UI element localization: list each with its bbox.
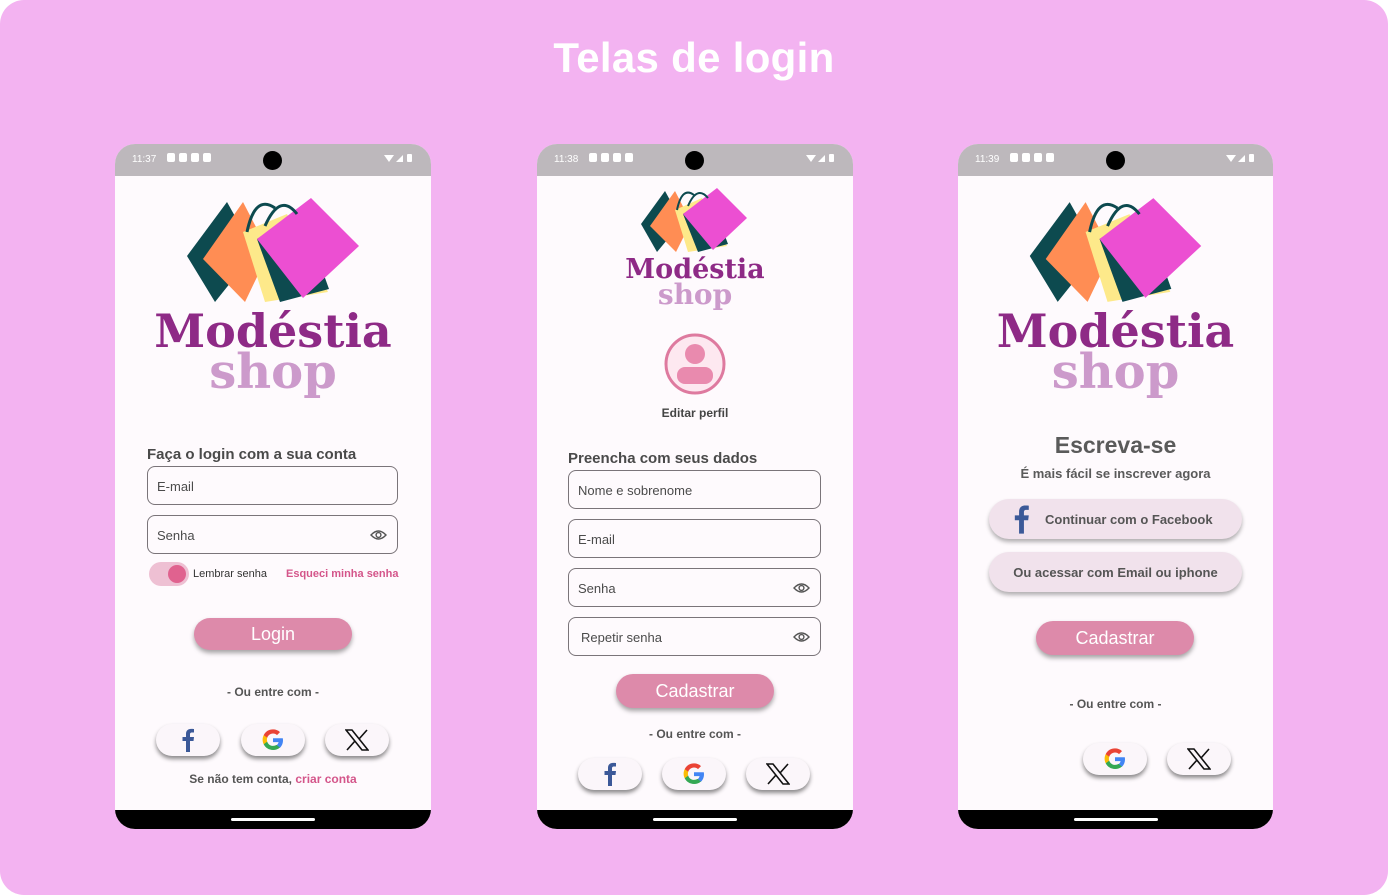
register-heading: Preencha com seus dados bbox=[568, 450, 758, 467]
facebook-icon bbox=[604, 762, 616, 786]
facebook-icon bbox=[1014, 505, 1029, 534]
status-bar: 11:39 bbox=[958, 144, 1273, 176]
google-icon bbox=[1104, 748, 1125, 769]
signup-subtitle: É mais fácil se inscrever agora bbox=[1020, 466, 1211, 481]
facebook-continue-button[interactable]: Continuar com o Facebook bbox=[989, 499, 1242, 539]
password-field[interactable]: Senha bbox=[147, 515, 398, 554]
brand-logo: Modéstia shop bbox=[115, 194, 431, 404]
google-icon bbox=[262, 729, 283, 750]
shopping-bags-logo bbox=[187, 198, 359, 302]
login-button-label: Login bbox=[250, 624, 296, 644]
divider-text: - Ou entre com - bbox=[1069, 697, 1162, 711]
page-title: Telas de login bbox=[553, 34, 835, 81]
canvas: Telas de login 11:37 Modéstia shop Faça … bbox=[0, 0, 1388, 895]
email-placeholder: E-mail bbox=[578, 532, 615, 547]
avatar-icon[interactable] bbox=[663, 332, 727, 396]
shopping-bags-logo bbox=[1029, 198, 1202, 302]
create-account-link[interactable]: criar conta bbox=[295, 772, 356, 786]
signal-battery-icon bbox=[1226, 154, 1254, 162]
system-icons bbox=[1225, 153, 1255, 163]
name-placeholder: Nome e sobrenome bbox=[578, 483, 693, 498]
remember-toggle[interactable] bbox=[149, 562, 189, 586]
navigation-bar bbox=[958, 810, 1273, 829]
edit-profile-label[interactable]: Editar perfil bbox=[537, 406, 853, 420]
brand-sub: shop bbox=[1051, 344, 1180, 400]
password-field[interactable]: Senha bbox=[568, 568, 821, 607]
status-time: 11:37 bbox=[132, 154, 157, 165]
signup-title: Escreva-se bbox=[1054, 432, 1177, 458]
email-field[interactable]: E-mail bbox=[568, 519, 821, 558]
register-button-label: Cadastrar bbox=[655, 681, 735, 701]
no-account-text: Se não tem conta, criar conta bbox=[115, 772, 431, 786]
home-indicator[interactable] bbox=[653, 818, 737, 821]
email-placeholder: E-mail bbox=[157, 479, 194, 494]
home-indicator[interactable] bbox=[231, 818, 315, 821]
x-button[interactable] bbox=[1167, 743, 1231, 775]
camera-cutout bbox=[685, 151, 704, 170]
facebook-button[interactable] bbox=[156, 724, 220, 756]
brand-logo: Modéstia shop bbox=[958, 194, 1273, 404]
email-access-button[interactable]: Ou acessar com Email ou iphone bbox=[989, 552, 1242, 592]
password-placeholder: Senha bbox=[578, 581, 616, 596]
brand-sub: shop bbox=[657, 278, 733, 311]
navigation-bar bbox=[537, 810, 853, 829]
login-button[interactable]: Login bbox=[194, 618, 352, 650]
camera-cutout bbox=[1106, 151, 1125, 170]
status-bar: 11:38 bbox=[537, 144, 853, 176]
repeat-password-field[interactable]: Repetir senha bbox=[568, 617, 821, 656]
phone-signup: 11:39 Modéstia shop Escreva-se É mais fá… bbox=[958, 144, 1273, 829]
eye-icon[interactable] bbox=[370, 528, 387, 546]
x-button[interactable] bbox=[746, 758, 810, 790]
system-icons bbox=[805, 153, 835, 163]
remember-label: Lembrar senha bbox=[193, 568, 267, 580]
home-indicator[interactable] bbox=[1074, 818, 1158, 821]
facebook-button[interactable] bbox=[578, 758, 642, 790]
register-button-label: Cadastrar bbox=[1075, 628, 1155, 648]
eye-icon[interactable] bbox=[793, 630, 810, 648]
shopping-bags-logo bbox=[641, 188, 747, 252]
google-button[interactable] bbox=[1083, 743, 1147, 775]
brand-sub: shop bbox=[209, 344, 337, 400]
phone-login: 11:37 Modéstia shop Faça o login com a s… bbox=[115, 144, 431, 829]
status-time: 11:38 bbox=[554, 154, 579, 165]
notification-icons bbox=[167, 153, 211, 162]
eye-icon[interactable] bbox=[793, 581, 810, 599]
x-icon bbox=[345, 729, 369, 751]
google-button[interactable] bbox=[241, 724, 305, 756]
x-button[interactable] bbox=[325, 724, 389, 756]
navigation-bar bbox=[115, 810, 431, 829]
brand-logo: Modéstia shop bbox=[537, 186, 853, 316]
email-access-label: Ou acessar com Email ou iphone bbox=[1013, 565, 1218, 580]
notification-icons bbox=[589, 153, 633, 162]
camera-cutout bbox=[263, 151, 282, 170]
login-heading: Faça o login com a sua conta bbox=[147, 446, 357, 463]
email-field[interactable]: E-mail bbox=[147, 466, 398, 505]
x-icon bbox=[766, 763, 790, 785]
no-account-label: Se não tem conta, bbox=[189, 772, 292, 786]
divider-text: - Ou entre com - bbox=[226, 685, 319, 699]
forgot-password-link[interactable]: Esqueci minha senha bbox=[286, 568, 398, 580]
signal-battery-icon bbox=[384, 154, 412, 162]
name-field[interactable]: Nome e sobrenome bbox=[568, 470, 821, 509]
repeat-password-placeholder: Repetir senha bbox=[581, 630, 662, 645]
password-placeholder: Senha bbox=[157, 528, 195, 543]
status-time: 11:39 bbox=[975, 154, 1000, 165]
divider-text: - Ou entre com - bbox=[648, 727, 741, 741]
notification-icons bbox=[1010, 153, 1054, 162]
system-icons bbox=[383, 153, 413, 163]
google-icon bbox=[683, 763, 704, 784]
x-icon bbox=[1187, 748, 1211, 770]
register-button[interactable]: Cadastrar bbox=[616, 674, 774, 708]
phone-register: 11:38 Modéstia shop Editar perfil Preenc… bbox=[537, 144, 853, 829]
status-bar: 11:37 bbox=[115, 144, 431, 176]
google-button[interactable] bbox=[662, 758, 726, 790]
facebook-icon bbox=[182, 728, 194, 752]
register-button[interactable]: Cadastrar bbox=[1036, 621, 1194, 655]
facebook-continue-label: Continuar com o Facebook bbox=[1045, 512, 1213, 527]
signal-battery-icon bbox=[806, 154, 834, 162]
